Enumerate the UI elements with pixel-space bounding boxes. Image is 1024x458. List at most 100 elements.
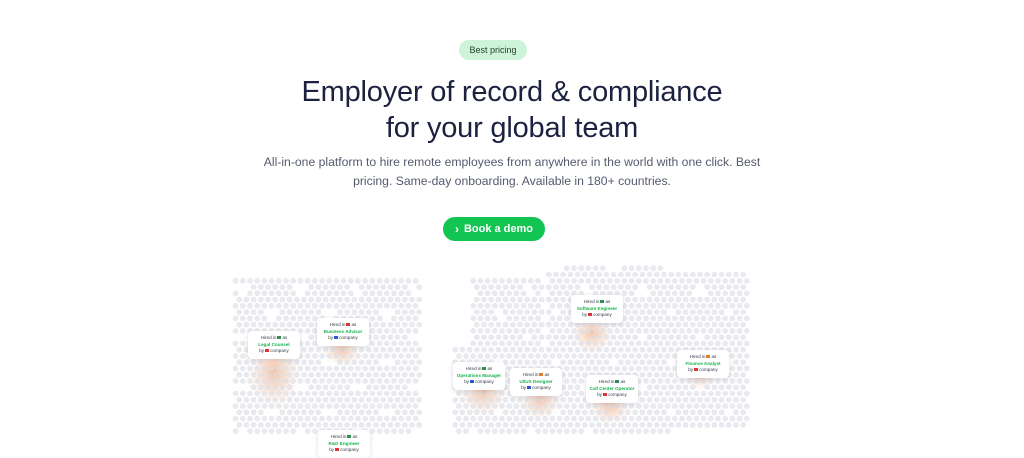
map-dot [729,315,736,322]
map-dot [653,346,660,353]
hire-card-hired-line: Hired in as [319,322,367,329]
map-dot [311,415,318,422]
map-dot [563,340,570,347]
map-dot [545,309,552,315]
by-text: by [597,392,603,398]
map-dot [704,271,711,278]
map-dot [401,384,408,391]
map-dot [394,284,401,290]
map-dot [693,277,700,284]
map-dot [383,378,390,384]
map-dot [275,365,282,372]
map-dot [704,284,711,290]
map-dot [272,284,279,290]
map-dot [743,403,750,409]
map-dot [376,428,383,434]
map-dot [711,321,718,328]
map-dot [556,415,563,422]
map-dot [344,296,351,303]
map-dot [621,328,628,334]
map-dot [711,334,718,341]
map-dot [409,321,415,328]
map-dot [495,321,502,328]
map-dot [639,296,646,303]
map-dot [650,315,657,322]
map-dot [344,309,351,315]
map-dot [283,365,289,372]
map-dot [664,340,671,347]
hired-in-text: Hired in [330,434,347,439]
map-dot [581,346,588,353]
map-dot [344,409,351,416]
map-dot [365,346,372,353]
map-dot [578,277,585,284]
map-dot [549,302,556,309]
map-dot [499,390,505,397]
map-dot [257,384,264,391]
map-dot [657,378,664,384]
map-dot [362,290,369,297]
map-dot [272,296,279,303]
map-dot [607,403,613,409]
map-dot [545,409,552,416]
map-dot [362,365,369,372]
map-dot [549,403,556,409]
map-dot [545,271,552,278]
map-dot [387,396,394,403]
map-dot [520,415,527,422]
map-dot [740,296,747,303]
map-dot [571,390,577,397]
map-dot [517,321,523,328]
map-dot [661,271,667,278]
map-dot [524,359,531,366]
map-dot [704,296,711,303]
map-dot [322,284,329,290]
map-dot [491,315,498,322]
map-dot [398,428,405,434]
map-dot [513,290,520,297]
map-dot [459,409,466,416]
map-dot [635,403,642,409]
hero-title-line-1: Employer of record & compliance [301,76,723,108]
company-text: company [593,312,612,318]
hire-card-role: UI/UX Designer [519,378,553,384]
map-dot [643,340,649,347]
map-dot [473,321,480,328]
map-dot [319,415,325,422]
map-dot [517,359,523,366]
map-dot [599,428,606,434]
map-dot [481,396,487,403]
map-dot [517,422,523,428]
map-dot [571,403,577,409]
map-dot [556,302,563,309]
map-dot [290,277,297,284]
map-dot [351,309,358,315]
map-dot [405,378,412,384]
map-dot [661,422,667,428]
map-dot [538,296,545,303]
map-dot [689,284,696,290]
map-dot [509,396,516,403]
map-dot [524,396,531,403]
map-dot [405,328,412,334]
map-dot [254,290,261,297]
map-dot [733,371,739,378]
map-dot [362,415,369,422]
map-dot [697,409,703,416]
map-dot [301,346,307,353]
map-dot [315,422,322,428]
map-dot [293,396,300,403]
map-dot [470,277,477,284]
map-dot [470,340,477,347]
map-dot [556,353,563,359]
map-dot [621,365,628,372]
map-dot [661,346,667,353]
map-dot [319,277,325,284]
map-dot [661,334,667,341]
map-dot [473,284,480,290]
map-dot [513,353,520,359]
map-dot [477,290,484,297]
book-demo-button[interactable]: › Book a demo [443,217,545,241]
map-dot [347,390,354,397]
map-dot [232,277,239,284]
